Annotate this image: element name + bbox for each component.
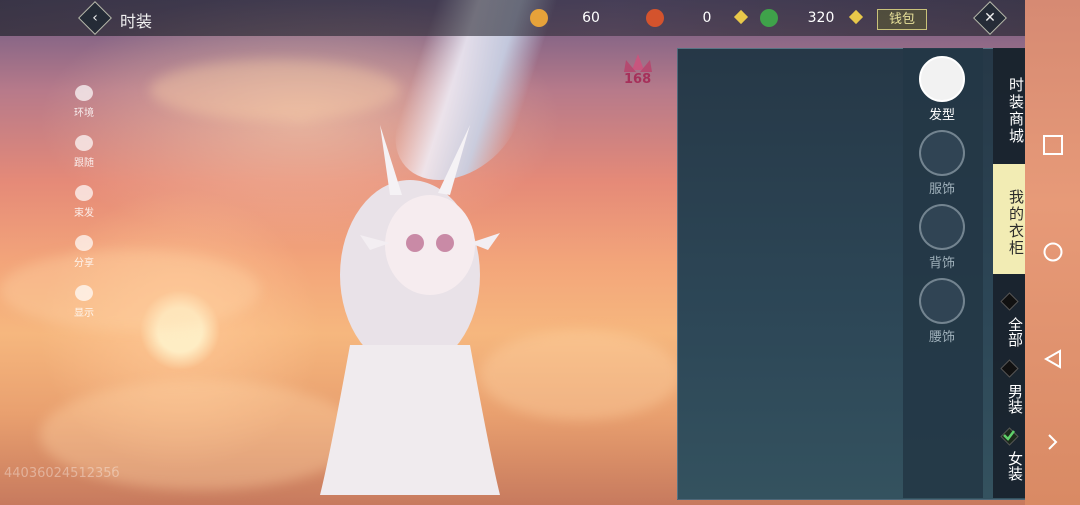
recent-apps-icon[interactable] (1043, 135, 1063, 155)
chevron-right-icon[interactable] (1043, 432, 1063, 452)
lotus-badge[interactable]: 168 (620, 52, 656, 88)
tool-hair-tie[interactable]: 束发 (68, 185, 100, 235)
filter-female[interactable]: 女装 (994, 451, 1024, 481)
currency-value: 0 (702, 10, 712, 26)
back-accessory-icon (919, 204, 965, 250)
category-waist-accessory[interactable]: 腰饰 (918, 278, 966, 345)
back-icon[interactable] (1043, 349, 1063, 369)
home-icon[interactable] (1043, 242, 1063, 262)
page-title: 时装 (120, 12, 153, 31)
waist-accessory-icon (919, 278, 965, 324)
player-character (320, 125, 500, 495)
share-icon (75, 235, 93, 251)
hair-tie-icon (75, 185, 93, 201)
currency-value: 320 (807, 10, 835, 26)
filter-male[interactable]: 男装 (994, 384, 1024, 414)
badge-count: 168 (624, 72, 652, 87)
green-jade-icon (760, 9, 778, 27)
check-icon (1003, 430, 1015, 441)
gold-coin-icon (530, 9, 548, 27)
follow-icon (75, 135, 93, 151)
currency-green-jade: 320 (760, 7, 856, 29)
player-uid: 4403602451235б (4, 466, 120, 481)
tab-fashion-shop[interactable]: 时装商城 (993, 66, 1025, 156)
category-hair[interactable]: 发型 (918, 56, 966, 123)
top-bar (0, 0, 1025, 36)
wallet-button[interactable]: 钱包 (877, 9, 927, 30)
tool-share[interactable]: 分享 (68, 235, 100, 285)
category-back-accessory[interactable]: 背饰 (918, 204, 966, 271)
left-toolbar: 环境 跟随 束发 分享 显示 (68, 85, 100, 335)
currency-value: 60 (582, 10, 600, 26)
tool-environment[interactable]: 环境 (68, 85, 100, 135)
back-arrow-icon: ‹ (92, 10, 98, 26)
tab-my-wardrobe[interactable]: 我的衣柜 (993, 164, 1025, 274)
close-icon: ✕ (984, 10, 996, 26)
tool-follow[interactable]: 跟随 (68, 135, 100, 185)
environment-icon (75, 85, 93, 101)
eye-icon (75, 285, 93, 301)
currency-gold: 60 (530, 7, 626, 29)
hair-icon (919, 56, 965, 102)
tool-display[interactable]: 显示 (68, 285, 100, 335)
category-outfit[interactable]: 服饰 (918, 130, 966, 197)
currency-red-jade: 0 (646, 7, 742, 29)
filter-all[interactable]: 全部 (994, 317, 1024, 347)
outfit-icon (919, 130, 965, 176)
red-jade-icon (646, 9, 664, 27)
